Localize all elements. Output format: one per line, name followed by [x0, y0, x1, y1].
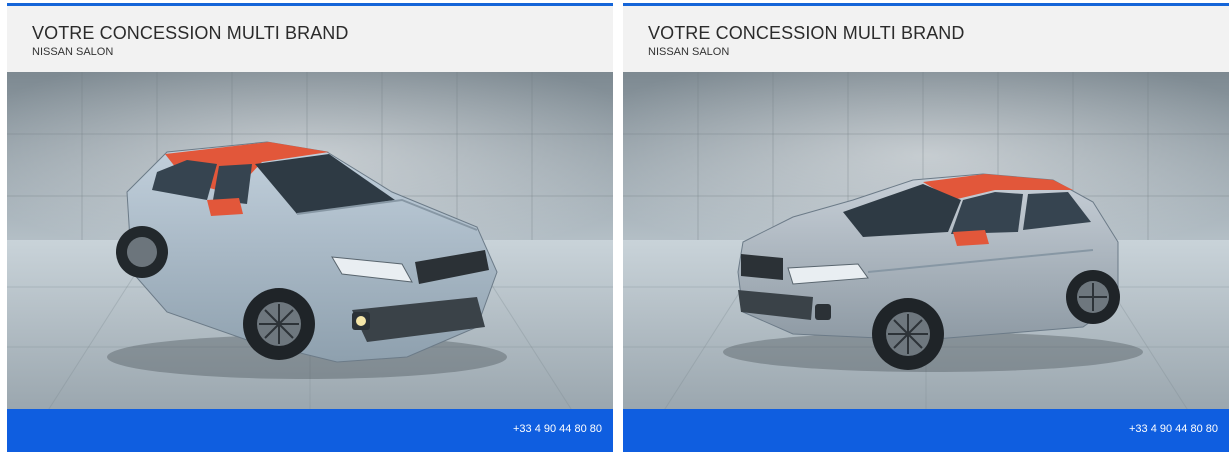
car-photo[interactable] — [7, 72, 613, 412]
car-photo-image — [623, 72, 1229, 412]
dealer-phone[interactable]: +33 4 90 44 80 80 — [513, 423, 602, 435]
listing-card-1[interactable]: VOTRE CONCESSION MULTI BRAND NISSAN SALO… — [7, 3, 613, 452]
dealer-title: VOTRE CONCESSION MULTI BRAND — [32, 23, 349, 43]
card-header: VOTRE CONCESSION MULTI BRAND NISSAN SALO… — [7, 6, 613, 72]
listing-card-2[interactable]: VOTRE CONCESSION MULTI BRAND NISSAN SALO… — [623, 3, 1229, 452]
dealer-subtitle: NISSAN SALON — [648, 46, 730, 58]
card-footer: +33 4 90 44 80 80 — [7, 409, 613, 452]
card-header: VOTRE CONCESSION MULTI BRAND NISSAN SALO… — [623, 6, 1229, 72]
card-footer: +33 4 90 44 80 80 — [623, 409, 1229, 452]
car-photo[interactable] — [623, 72, 1229, 412]
dealer-subtitle: NISSAN SALON — [32, 46, 114, 58]
dealer-title: VOTRE CONCESSION MULTI BRAND — [648, 23, 965, 43]
car-photo-image — [7, 72, 613, 412]
dealer-phone[interactable]: +33 4 90 44 80 80 — [1129, 423, 1218, 435]
